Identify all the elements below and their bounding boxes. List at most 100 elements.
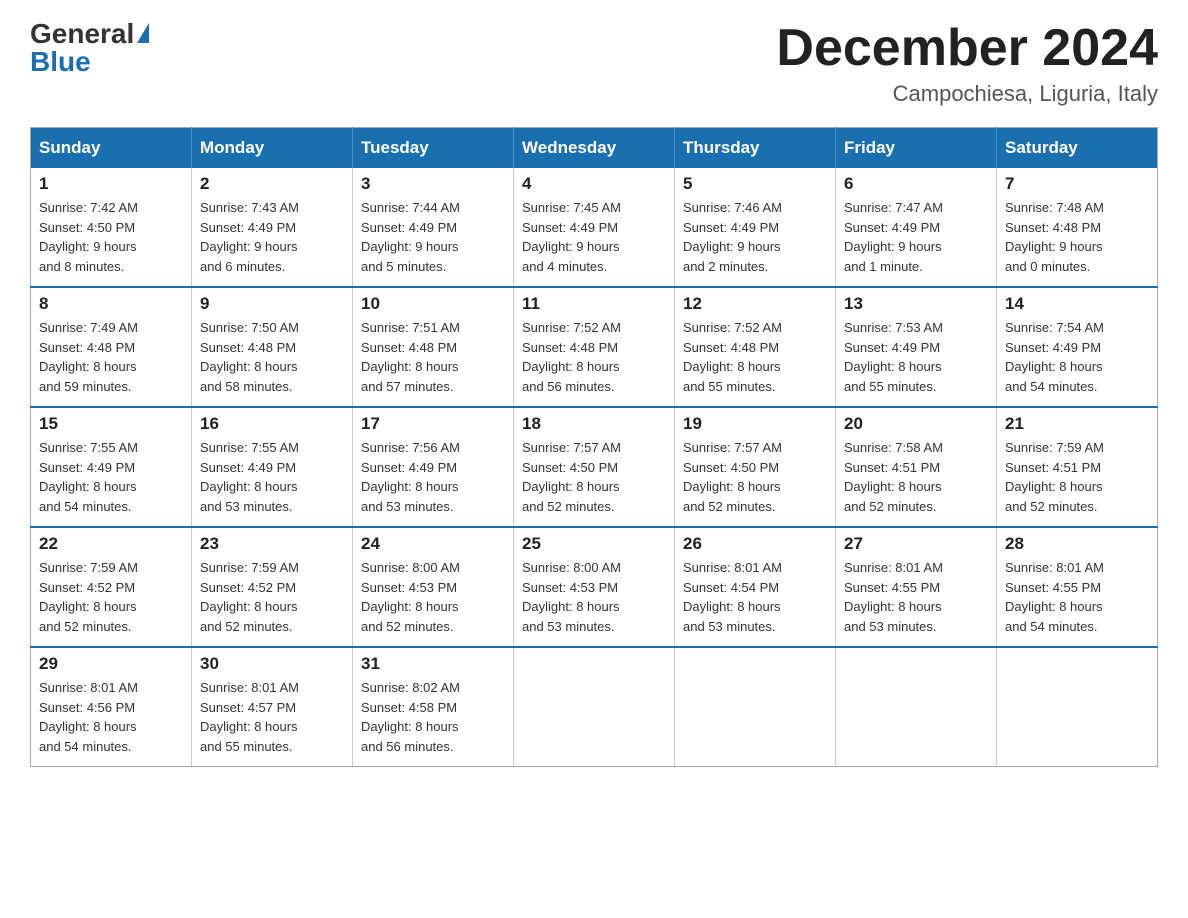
day-number: 27 — [844, 534, 988, 554]
day-info: Sunrise: 7:52 AMSunset: 4:48 PMDaylight:… — [683, 318, 827, 396]
col-sunday: Sunday — [31, 128, 192, 169]
logo-general-text: General — [30, 20, 134, 48]
day-info: Sunrise: 8:01 AMSunset: 4:57 PMDaylight:… — [200, 678, 344, 756]
day-number: 15 — [39, 414, 183, 434]
table-row: 2 Sunrise: 7:43 AMSunset: 4:49 PMDaylight… — [192, 168, 353, 287]
calendar-week-row: 22 Sunrise: 7:59 AMSunset: 4:52 PMDayligh… — [31, 527, 1158, 647]
day-info: Sunrise: 7:50 AMSunset: 4:48 PMDaylight:… — [200, 318, 344, 396]
table-row: 8 Sunrise: 7:49 AMSunset: 4:48 PMDaylight… — [31, 287, 192, 407]
calendar-week-row: 1 Sunrise: 7:42 AMSunset: 4:50 PMDaylight… — [31, 168, 1158, 287]
logo: General Blue — [30, 20, 149, 76]
calendar-week-row: 15 Sunrise: 7:55 AMSunset: 4:49 PMDayligh… — [31, 407, 1158, 527]
page-header: General Blue December 2024 Campochiesa, … — [30, 20, 1158, 107]
table-row: 17 Sunrise: 7:56 AMSunset: 4:49 PMDayligh… — [353, 407, 514, 527]
col-saturday: Saturday — [997, 128, 1158, 169]
table-row: 24 Sunrise: 8:00 AMSunset: 4:53 PMDayligh… — [353, 527, 514, 647]
day-info: Sunrise: 7:44 AMSunset: 4:49 PMDaylight:… — [361, 198, 505, 276]
day-info: Sunrise: 7:59 AMSunset: 4:52 PMDaylight:… — [39, 558, 183, 636]
day-info: Sunrise: 8:01 AMSunset: 4:54 PMDaylight:… — [683, 558, 827, 636]
location-title: Campochiesa, Liguria, Italy — [776, 81, 1158, 107]
logo-blue-text: Blue — [30, 48, 91, 76]
day-info: Sunrise: 7:45 AMSunset: 4:49 PMDaylight:… — [522, 198, 666, 276]
calendar-week-row: 29 Sunrise: 8:01 AMSunset: 4:56 PMDayligh… — [31, 647, 1158, 767]
day-info: Sunrise: 8:02 AMSunset: 4:58 PMDaylight:… — [361, 678, 505, 756]
day-number: 4 — [522, 174, 666, 194]
table-row: 23 Sunrise: 7:59 AMSunset: 4:52 PMDayligh… — [192, 527, 353, 647]
col-monday: Monday — [192, 128, 353, 169]
day-number: 24 — [361, 534, 505, 554]
day-info: Sunrise: 7:42 AMSunset: 4:50 PMDaylight:… — [39, 198, 183, 276]
col-friday: Friday — [836, 128, 997, 169]
day-info: Sunrise: 8:01 AMSunset: 4:55 PMDaylight:… — [1005, 558, 1149, 636]
day-number: 28 — [1005, 534, 1149, 554]
day-info: Sunrise: 7:56 AMSunset: 4:49 PMDaylight:… — [361, 438, 505, 516]
day-info: Sunrise: 7:54 AMSunset: 4:49 PMDaylight:… — [1005, 318, 1149, 396]
day-info: Sunrise: 7:59 AMSunset: 4:52 PMDaylight:… — [200, 558, 344, 636]
day-info: Sunrise: 8:00 AMSunset: 4:53 PMDaylight:… — [361, 558, 505, 636]
table-row: 29 Sunrise: 8:01 AMSunset: 4:56 PMDayligh… — [31, 647, 192, 767]
table-row — [836, 647, 997, 767]
table-row: 26 Sunrise: 8:01 AMSunset: 4:54 PMDayligh… — [675, 527, 836, 647]
day-info: Sunrise: 7:49 AMSunset: 4:48 PMDaylight:… — [39, 318, 183, 396]
table-row: 1 Sunrise: 7:42 AMSunset: 4:50 PMDaylight… — [31, 168, 192, 287]
day-info: Sunrise: 7:59 AMSunset: 4:51 PMDaylight:… — [1005, 438, 1149, 516]
table-row: 9 Sunrise: 7:50 AMSunset: 4:48 PMDaylight… — [192, 287, 353, 407]
table-row: 6Sunrise: 7:47 AMSunset: 4:49 PMDaylight… — [836, 168, 997, 287]
day-number: 26 — [683, 534, 827, 554]
day-number: 9 — [200, 294, 344, 314]
day-info: Sunrise: 7:51 AMSunset: 4:48 PMDaylight:… — [361, 318, 505, 396]
table-row: 11Sunrise: 7:52 AMSunset: 4:48 PMDayligh… — [514, 287, 675, 407]
day-number: 31 — [361, 654, 505, 674]
day-info: Sunrise: 7:48 AMSunset: 4:48 PMDaylight:… — [1005, 198, 1149, 276]
col-wednesday: Wednesday — [514, 128, 675, 169]
day-number: 20 — [844, 414, 988, 434]
day-info: Sunrise: 7:57 AMSunset: 4:50 PMDaylight:… — [683, 438, 827, 516]
calendar-table: Sunday Monday Tuesday Wednesday Thursday… — [30, 127, 1158, 767]
table-row: 12 Sunrise: 7:52 AMSunset: 4:48 PMDayligh… — [675, 287, 836, 407]
day-number: 18 — [522, 414, 666, 434]
table-row: 18 Sunrise: 7:57 AMSunset: 4:50 PMDayligh… — [514, 407, 675, 527]
table-row: 25Sunrise: 8:00 AMSunset: 4:53 PMDayligh… — [514, 527, 675, 647]
day-number: 3 — [361, 174, 505, 194]
table-row — [514, 647, 675, 767]
table-row: 10 Sunrise: 7:51 AMSunset: 4:48 PMDayligh… — [353, 287, 514, 407]
day-info: Sunrise: 8:01 AMSunset: 4:55 PMDaylight:… — [844, 558, 988, 636]
day-info: Sunrise: 7:58 AMSunset: 4:51 PMDaylight:… — [844, 438, 988, 516]
day-info: Sunrise: 7:43 AMSunset: 4:49 PMDaylight:… — [200, 198, 344, 276]
day-number: 10 — [361, 294, 505, 314]
day-number: 19 — [683, 414, 827, 434]
calendar-week-row: 8 Sunrise: 7:49 AMSunset: 4:48 PMDaylight… — [31, 287, 1158, 407]
day-number: 30 — [200, 654, 344, 674]
table-row: 13Sunrise: 7:53 AMSunset: 4:49 PMDayligh… — [836, 287, 997, 407]
day-number: 22 — [39, 534, 183, 554]
day-info: Sunrise: 7:55 AMSunset: 4:49 PMDaylight:… — [200, 438, 344, 516]
table-row: 28 Sunrise: 8:01 AMSunset: 4:55 PMDayligh… — [997, 527, 1158, 647]
table-row: 4 Sunrise: 7:45 AMSunset: 4:49 PMDaylight… — [514, 168, 675, 287]
col-tuesday: Tuesday — [353, 128, 514, 169]
table-row: 5Sunrise: 7:46 AMSunset: 4:49 PMDaylight… — [675, 168, 836, 287]
table-row: 15Sunrise: 7:55 AMSunset: 4:49 PMDayligh… — [31, 407, 192, 527]
day-number: 14 — [1005, 294, 1149, 314]
day-number: 2 — [200, 174, 344, 194]
day-number: 17 — [361, 414, 505, 434]
day-number: 5 — [683, 174, 827, 194]
table-row: 27 Sunrise: 8:01 AMSunset: 4:55 PMDayligh… — [836, 527, 997, 647]
day-number: 12 — [683, 294, 827, 314]
day-number: 1 — [39, 174, 183, 194]
day-number: 11 — [522, 294, 666, 314]
table-row: 7Sunrise: 7:48 AMSunset: 4:48 PMDaylight… — [997, 168, 1158, 287]
day-number: 29 — [39, 654, 183, 674]
day-number: 23 — [200, 534, 344, 554]
title-block: December 2024 Campochiesa, Liguria, Ital… — [776, 20, 1158, 107]
table-row: 20 Sunrise: 7:58 AMSunset: 4:51 PMDayligh… — [836, 407, 997, 527]
table-row: 16Sunrise: 7:55 AMSunset: 4:49 PMDayligh… — [192, 407, 353, 527]
calendar-header-row: Sunday Monday Tuesday Wednesday Thursday… — [31, 128, 1158, 169]
day-info: Sunrise: 8:01 AMSunset: 4:56 PMDaylight:… — [39, 678, 183, 756]
day-number: 21 — [1005, 414, 1149, 434]
table-row: 3 Sunrise: 7:44 AMSunset: 4:49 PMDaylight… — [353, 168, 514, 287]
day-info: Sunrise: 7:53 AMSunset: 4:49 PMDaylight:… — [844, 318, 988, 396]
table-row: 14 Sunrise: 7:54 AMSunset: 4:49 PMDayligh… — [997, 287, 1158, 407]
day-number: 8 — [39, 294, 183, 314]
day-info: Sunrise: 7:57 AMSunset: 4:50 PMDaylight:… — [522, 438, 666, 516]
month-title: December 2024 — [776, 20, 1158, 77]
